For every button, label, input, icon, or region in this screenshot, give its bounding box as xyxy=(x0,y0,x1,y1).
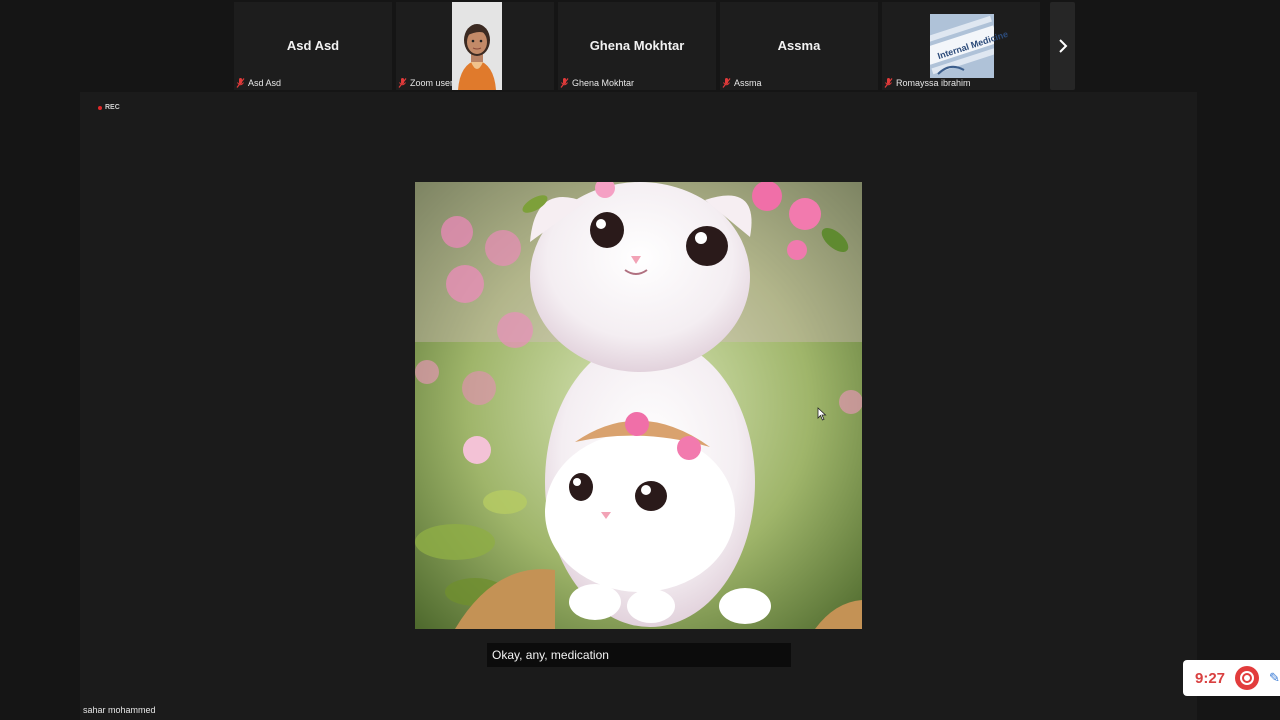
timer-time: 9:27 xyxy=(1195,669,1226,687)
mic-muted-icon xyxy=(560,78,569,88)
participant-tile[interactable]: Ghena Mokhtar Ghena Mokhtar xyxy=(558,2,716,90)
mic-muted-icon xyxy=(884,78,893,88)
record-stop-button[interactable] xyxy=(1235,666,1260,690)
recording-timer-widget[interactable]: 9:27 ✎ xyxy=(1183,660,1280,696)
chevron-right-icon xyxy=(1058,39,1067,53)
participant-name-label: Ghena Mokhtar xyxy=(572,78,635,88)
next-participants-button[interactable] xyxy=(1050,2,1075,90)
mic-muted-icon xyxy=(398,78,407,88)
participant-name-label: Assma xyxy=(734,78,762,88)
zoom-meeting-window: Asd Asd Asd Asd Zoom user Ghena Mokhtar … xyxy=(0,0,1280,720)
mic-muted-icon xyxy=(236,78,245,88)
participant-caption: Assma xyxy=(722,78,762,88)
record-stop-icon xyxy=(1242,673,1253,683)
participant-tile[interactable]: Assma Assma xyxy=(720,2,878,90)
live-caption-box: Okay, any, medication xyxy=(487,643,791,667)
mic-muted-icon xyxy=(722,78,731,88)
recording-indicator: REC xyxy=(98,104,120,111)
participant-tile[interactable]: Zoom user xyxy=(396,2,554,90)
photo-woman-avatar xyxy=(452,2,502,90)
participant-name-label: Asd Asd xyxy=(248,78,282,88)
active-speaker-name: sahar mohammed xyxy=(83,705,156,715)
mouse-cursor-icon xyxy=(817,407,827,421)
participant-strip: Asd Asd Asd Asd Zoom user Ghena Mokhtar … xyxy=(234,2,1040,90)
participant-caption: Ghena Mokhtar xyxy=(560,78,634,88)
participant-tile[interactable]: Internal Medicine Romayssa ibrahim xyxy=(882,2,1040,90)
recording-label: REC xyxy=(105,104,120,111)
participant-caption: Asd Asd xyxy=(236,78,281,88)
internal-medicine-avatar: Internal Medicine xyxy=(921,14,1009,78)
pen-icon[interactable]: ✎ xyxy=(1269,670,1280,686)
record-dot-icon xyxy=(98,105,102,110)
participant-caption: Zoom user xyxy=(398,78,453,88)
participant-caption: Romayssa ibrahim xyxy=(884,78,971,88)
participant-display-name: Assma xyxy=(777,38,821,53)
participant-display-name: Asd Asd xyxy=(286,38,340,53)
participant-display-name: Ghena Mokhtar xyxy=(589,38,685,53)
participant-tile[interactable]: Asd Asd Asd Asd xyxy=(234,2,392,90)
participant-name-label: Zoom user xyxy=(410,78,454,88)
main-video-stage: REC Okay, any, medication sahar mohammed xyxy=(80,92,1197,720)
shared-cat-image xyxy=(415,182,862,629)
participant-name-label: Romayssa ibrahim xyxy=(896,78,971,88)
